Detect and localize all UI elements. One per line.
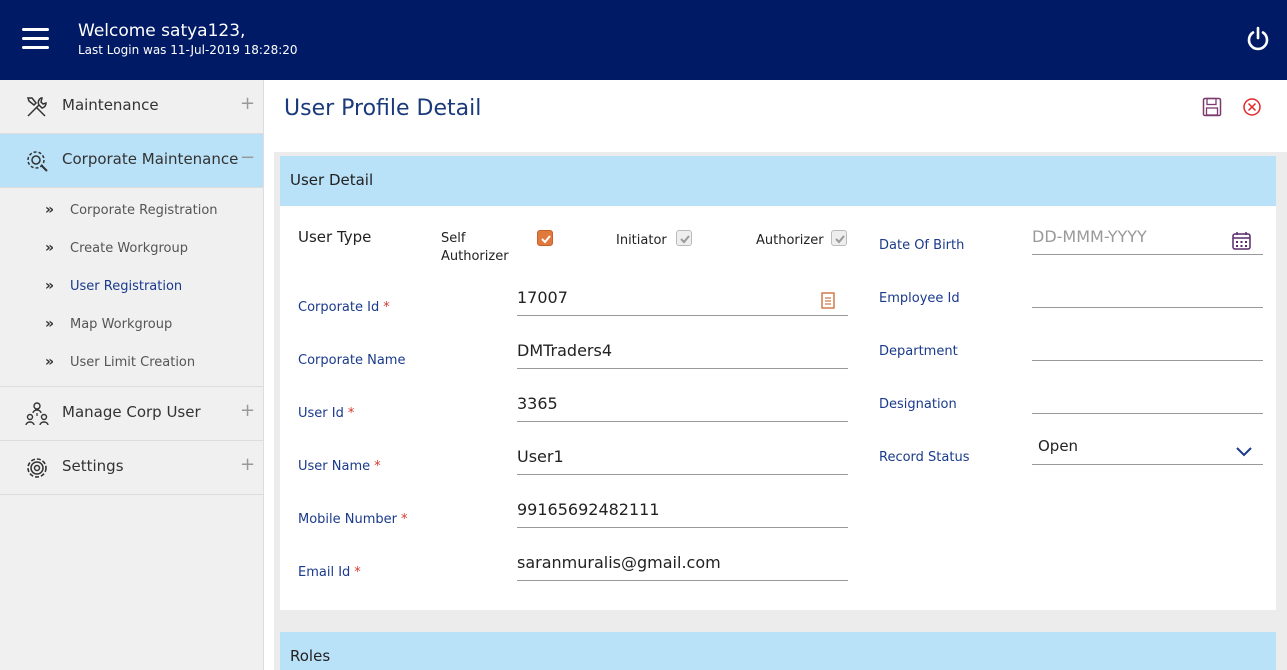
authorizer-checkbox[interactable]: [831, 230, 847, 246]
corporate-id-label: Corporate Id *: [298, 300, 390, 315]
form-panel: User Detail User Type Self Authorizer In…: [274, 152, 1287, 670]
sidebar-item-corporate-maintenance[interactable]: Corporate Maintenance −: [0, 134, 263, 188]
submenu-label: User Registration: [70, 279, 183, 294]
submenu-item-user-registration[interactable]: » User Registration: [0, 268, 263, 306]
date-of-birth-field[interactable]: DD-MMM-YYYY: [1032, 221, 1263, 255]
self-authorizer-checkbox[interactable]: [537, 230, 553, 246]
mobile-number-field[interactable]: 99165692482111: [517, 494, 848, 528]
designation-label: Designation: [879, 397, 957, 412]
sidebar-item-label: Corporate Maintenance: [62, 150, 239, 168]
roles-header[interactable]: Roles: [280, 632, 1276, 670]
user-name-field[interactable]: User1: [517, 441, 848, 475]
sidebar-item-label: Settings: [62, 457, 124, 475]
calendar-icon[interactable]: [1232, 231, 1251, 250]
self-authorizer-label: Self Authorizer: [441, 231, 509, 264]
submenu-item-user-limit-creation[interactable]: » User Limit Creation: [0, 344, 263, 382]
tools-icon: [26, 97, 47, 117]
initiator-label: Initiator: [616, 233, 667, 248]
sidebar-item-maintenance[interactable]: Maintenance +: [0, 80, 263, 134]
record-status-label: Record Status: [879, 450, 970, 465]
submenu-label: User Limit Creation: [70, 355, 196, 370]
user-type-label: User Type: [298, 228, 372, 246]
sidebar-item-label: Maintenance: [62, 96, 159, 114]
save-icon[interactable]: [1202, 97, 1222, 117]
mobile-number-label: Mobile Number *: [298, 512, 408, 527]
lookup-list-icon[interactable]: [821, 292, 835, 309]
department-field[interactable]: [1032, 327, 1263, 361]
initiator-checkbox[interactable]: [676, 230, 692, 246]
org-users-icon: [25, 402, 49, 426]
employee-id-field[interactable]: [1032, 274, 1263, 308]
email-id-label: Email Id *: [298, 565, 361, 580]
submenu-label: Map Workgroup: [70, 317, 173, 332]
authorizer-label: Authorizer: [756, 233, 824, 248]
chevron-right-icon: »: [45, 354, 55, 370]
employee-id-label: Employee Id: [879, 291, 960, 306]
collapse-icon[interactable]: −: [240, 147, 255, 168]
record-status-select[interactable]: Open: [1032, 431, 1263, 465]
designation-field[interactable]: [1032, 380, 1263, 414]
top-header: Welcome satya123, Last Login was 11-Jul-…: [0, 0, 1287, 80]
user-id-label: User Id *: [298, 406, 355, 421]
gear-search-icon: [27, 151, 48, 172]
user-detail-body: User Type Self Authorizer Initiator Auth…: [280, 206, 1276, 610]
power-icon[interactable]: [1244, 25, 1272, 53]
submenu-label: Corporate Registration: [70, 203, 218, 218]
main-content: User Profile Detail User Detail User Typ…: [264, 80, 1287, 670]
chevron-down-icon[interactable]: [1235, 446, 1253, 458]
department-label: Department: [879, 344, 958, 359]
last-login-text: Last Login was 11-Jul-2019 18:28:20: [78, 43, 298, 57]
sidebar-item-settings[interactable]: Settings +: [0, 441, 263, 495]
user-name-label: User Name *: [298, 459, 381, 474]
chevron-right-icon: »: [45, 278, 55, 294]
submenu-item-create-workgroup[interactable]: » Create Workgroup: [0, 230, 263, 268]
submenu-label: Create Workgroup: [70, 241, 189, 256]
gear-icon: [27, 458, 47, 478]
date-of-birth-label: Date Of Birth: [879, 238, 965, 253]
sidebar: Maintenance + Corporate Maintenance − » …: [0, 80, 264, 670]
welcome-text: Welcome satya123,: [78, 21, 246, 41]
page-title: User Profile Detail: [284, 96, 482, 121]
close-icon[interactable]: [1242, 97, 1262, 117]
expand-icon[interactable]: +: [240, 400, 255, 421]
email-id-field[interactable]: saranmuralis@gmail.com: [517, 547, 848, 581]
hamburger-menu-icon[interactable]: [22, 28, 49, 50]
sidebar-item-label: Manage Corp User: [62, 403, 201, 421]
corporate-id-field[interactable]: 17007: [517, 282, 848, 316]
user-id-field[interactable]: 3365: [517, 388, 848, 422]
user-detail-header[interactable]: User Detail: [280, 156, 1276, 206]
chevron-right-icon: »: [45, 240, 55, 256]
corporate-maintenance-submenu: » Corporate Registration » Create Workgr…: [0, 188, 263, 387]
expand-icon[interactable]: +: [240, 454, 255, 475]
corporate-name-field[interactable]: DMTraders4: [517, 335, 848, 369]
corporate-name-label: Corporate Name: [298, 353, 406, 368]
submenu-item-corporate-registration[interactable]: » Corporate Registration: [0, 192, 263, 230]
expand-icon[interactable]: +: [240, 93, 255, 114]
submenu-item-map-workgroup[interactable]: » Map Workgroup: [0, 306, 263, 344]
chevron-right-icon: »: [45, 202, 55, 218]
chevron-right-icon: »: [45, 316, 55, 332]
sidebar-item-manage-corp-user[interactable]: Manage Corp User +: [0, 387, 263, 441]
